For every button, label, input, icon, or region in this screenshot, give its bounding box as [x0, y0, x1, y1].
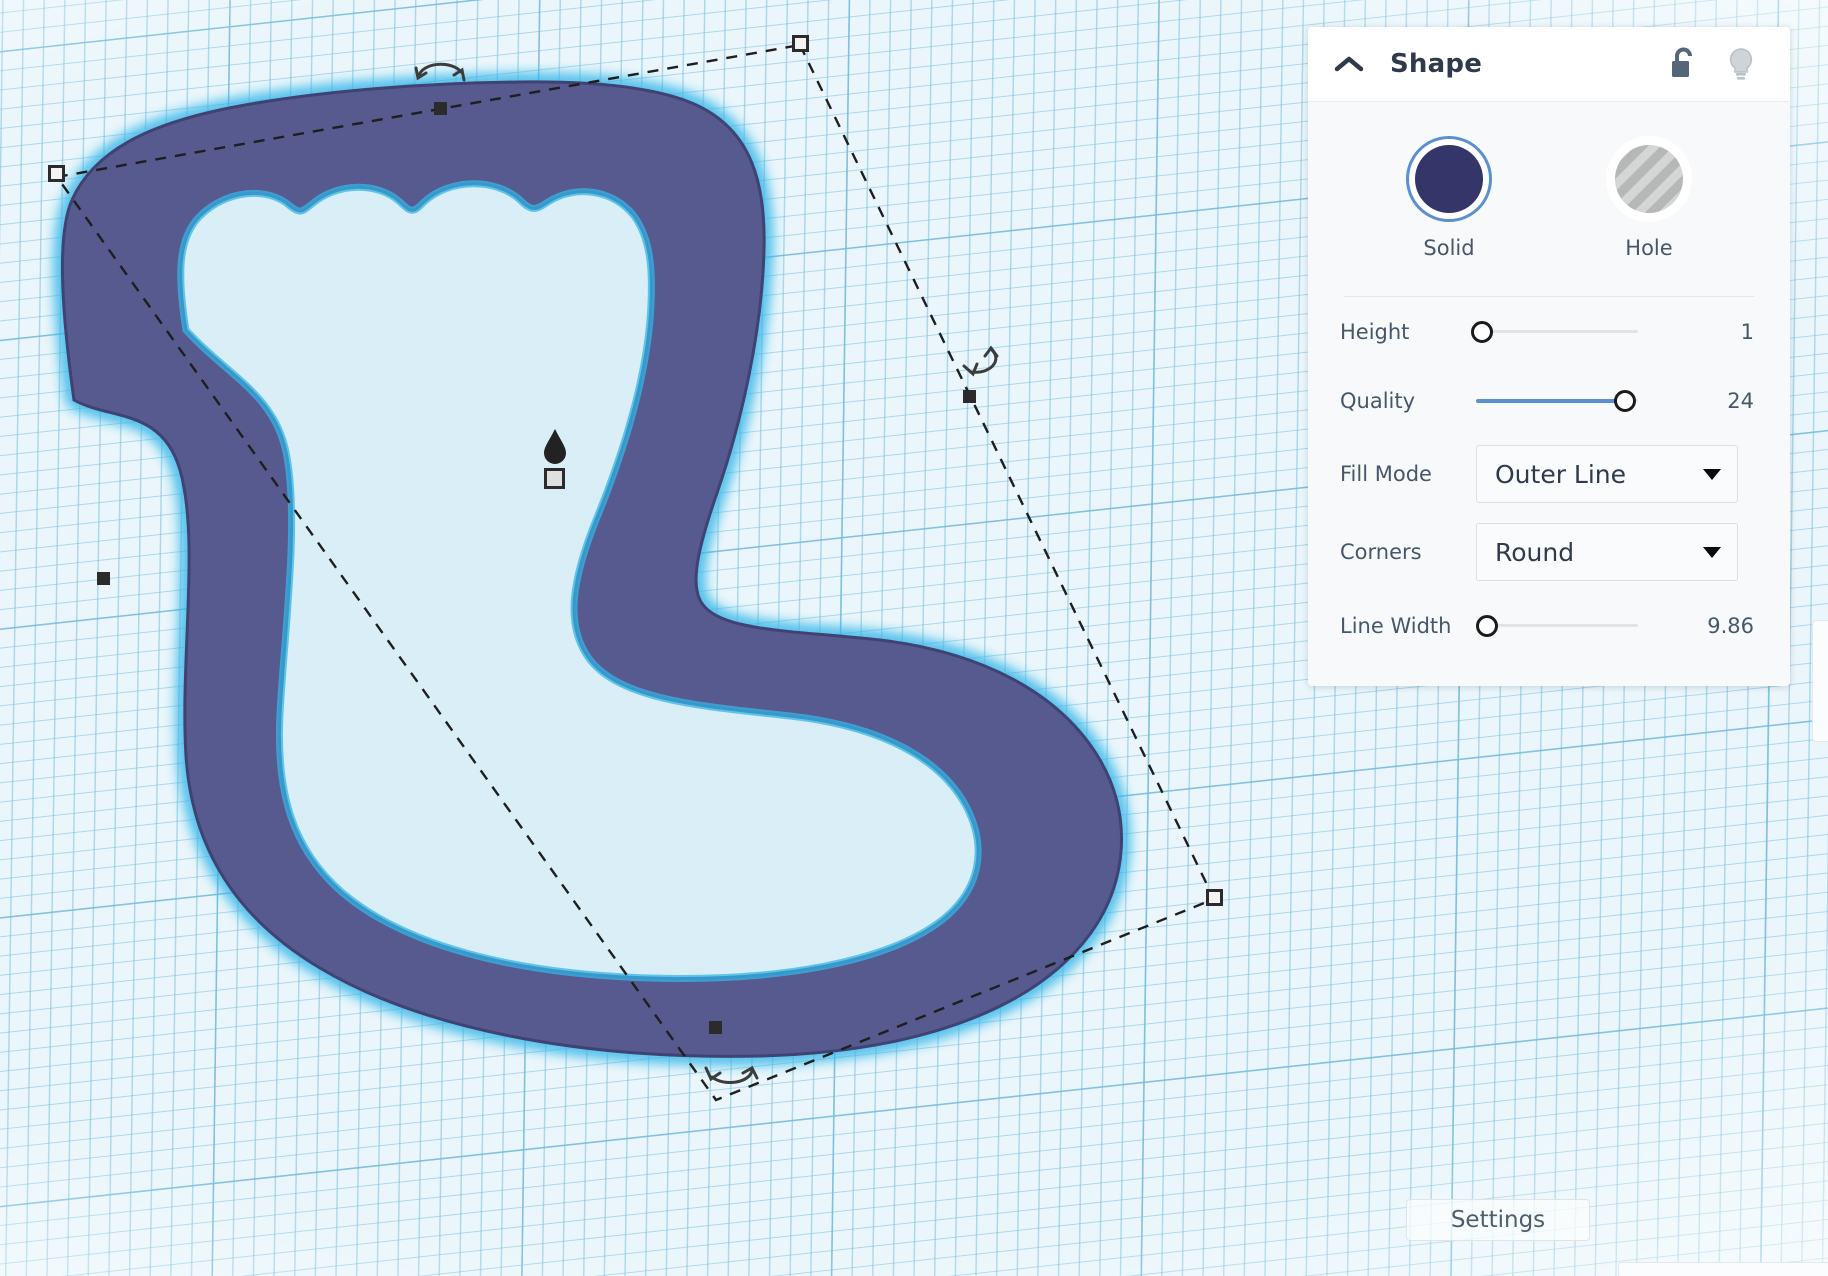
quality-slider-fill [1476, 399, 1625, 403]
line-width-control [1476, 606, 1676, 646]
height-slider-knob[interactable] [1471, 321, 1493, 343]
corner-handle-top-right[interactable] [792, 35, 809, 52]
lightbulb-icon[interactable] [1720, 43, 1762, 85]
shape-type-solid-label: Solid [1423, 236, 1474, 260]
corners-control: Round [1476, 523, 1738, 581]
corner-handle-top-left[interactable] [48, 165, 65, 182]
quality-control [1476, 381, 1676, 421]
line-width-slider-track [1476, 624, 1638, 627]
property-row-fill-mode: Fill Mode Outer Line [1308, 435, 1790, 513]
chevron-up-icon[interactable] [1330, 45, 1368, 83]
chevron-down-icon[interactable] [1703, 469, 1721, 480]
quality-slider[interactable] [1476, 386, 1638, 416]
corners-label: Corners [1340, 540, 1476, 564]
shape-type-hole-label: Hole [1625, 236, 1672, 260]
property-row-line-width: Line Width 9.86 [1308, 591, 1790, 660]
edge-handle-bottom[interactable] [709, 1021, 722, 1034]
fill-mode-select[interactable]: Outer Line [1476, 445, 1738, 503]
corners-value: Round [1495, 538, 1703, 567]
settings-button[interactable]: Settings [1406, 1199, 1590, 1241]
quality-slider-knob[interactable] [1614, 390, 1636, 412]
property-row-quality: Quality 24 [1308, 366, 1790, 435]
edge-handle-right[interactable] [963, 390, 976, 403]
fill-mode-control: Outer Line [1476, 445, 1738, 503]
right-toolbar-stub[interactable] [1812, 620, 1828, 742]
hole-swatch-icon[interactable] [1606, 136, 1692, 222]
solid-swatch-icon[interactable] [1406, 136, 1492, 222]
property-row-corners: Corners Round [1308, 513, 1790, 591]
panel-title: Shape [1390, 49, 1482, 79]
settings-button-label: Settings [1451, 1207, 1545, 1233]
shape-type-selector: Solid Hole [1308, 102, 1790, 278]
height-value[interactable]: 1 [1676, 320, 1754, 344]
shape-type-solid[interactable]: Solid [1393, 136, 1505, 260]
panel-body: Solid Hole Height [1308, 102, 1790, 686]
tinkercad-editor: Shape [0, 0, 1828, 1276]
panel-header: Shape [1308, 27, 1790, 102]
shape-properties-panel: Shape [1308, 27, 1790, 686]
height-slider-track [1476, 330, 1638, 333]
edge-handle-top[interactable] [434, 102, 447, 115]
height-label: Height [1340, 320, 1476, 344]
line-width-slider[interactable] [1476, 611, 1638, 641]
unlock-icon[interactable] [1662, 43, 1704, 85]
line-width-value[interactable]: 9.86 [1676, 614, 1754, 638]
edge-handle-left[interactable] [97, 572, 110, 585]
line-width-label: Line Width [1340, 614, 1476, 638]
hole-swatch-fill [1615, 145, 1683, 213]
quality-value[interactable]: 24 [1676, 389, 1754, 413]
height-slider[interactable] [1476, 317, 1638, 347]
height-control [1476, 312, 1676, 352]
line-width-slider-knob[interactable] [1476, 615, 1498, 637]
bottom-toolbar-stub[interactable] [1618, 1262, 1828, 1276]
property-row-height: Height 1 [1308, 297, 1790, 366]
chevron-down-icon[interactable] [1703, 547, 1721, 558]
shape-type-hole[interactable]: Hole [1593, 136, 1705, 260]
fill-mode-value: Outer Line [1495, 460, 1703, 489]
center-move-handle[interactable] [544, 468, 565, 489]
quality-label: Quality [1340, 389, 1476, 413]
corners-select[interactable]: Round [1476, 523, 1738, 581]
fill-mode-label: Fill Mode [1340, 462, 1476, 486]
solid-swatch-fill [1415, 145, 1483, 213]
corner-handle-bottom-right[interactable] [1206, 889, 1223, 906]
